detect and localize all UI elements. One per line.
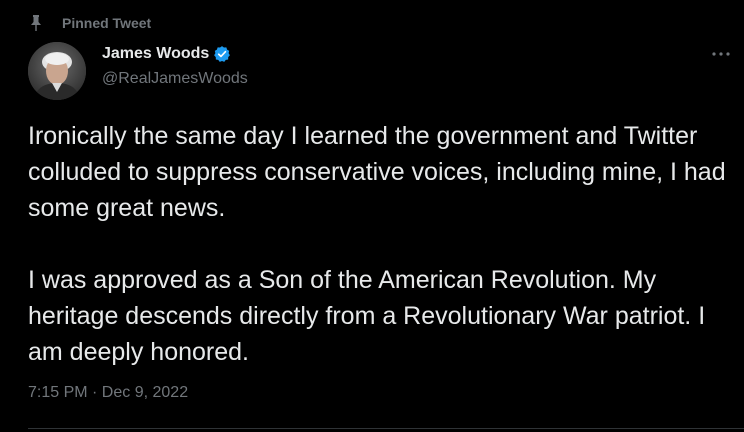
more-horizontal-icon[interactable] (708, 44, 734, 64)
verified-badge-icon[interactable] (213, 45, 231, 63)
pin-icon (28, 14, 44, 32)
author-handle[interactable]: @RealJamesWoods (102, 70, 248, 88)
tweet-paragraph: Ironically the same day I learned the go… (28, 122, 726, 222)
tweet-text: Ironically the same day I learned the go… (28, 118, 728, 370)
pinned-tweet[interactable]: Pinned Tweet James Woods @RealJamesWoods… (0, 0, 744, 432)
author-name-row: James Woods (102, 44, 248, 64)
divider (28, 428, 744, 429)
tweet-paragraph: I was approved as a Son of the American … (28, 266, 706, 366)
tweet-author: James Woods @RealJamesWoods (102, 44, 248, 88)
pinned-indicator: Pinned Tweet (28, 12, 151, 34)
avatar[interactable] (28, 42, 86, 100)
author-name[interactable]: James Woods (102, 45, 209, 63)
pinned-label: Pinned Tweet (62, 15, 152, 31)
tweet-timestamp[interactable]: 7:15 PM · Dec 9, 2022 (28, 384, 188, 402)
